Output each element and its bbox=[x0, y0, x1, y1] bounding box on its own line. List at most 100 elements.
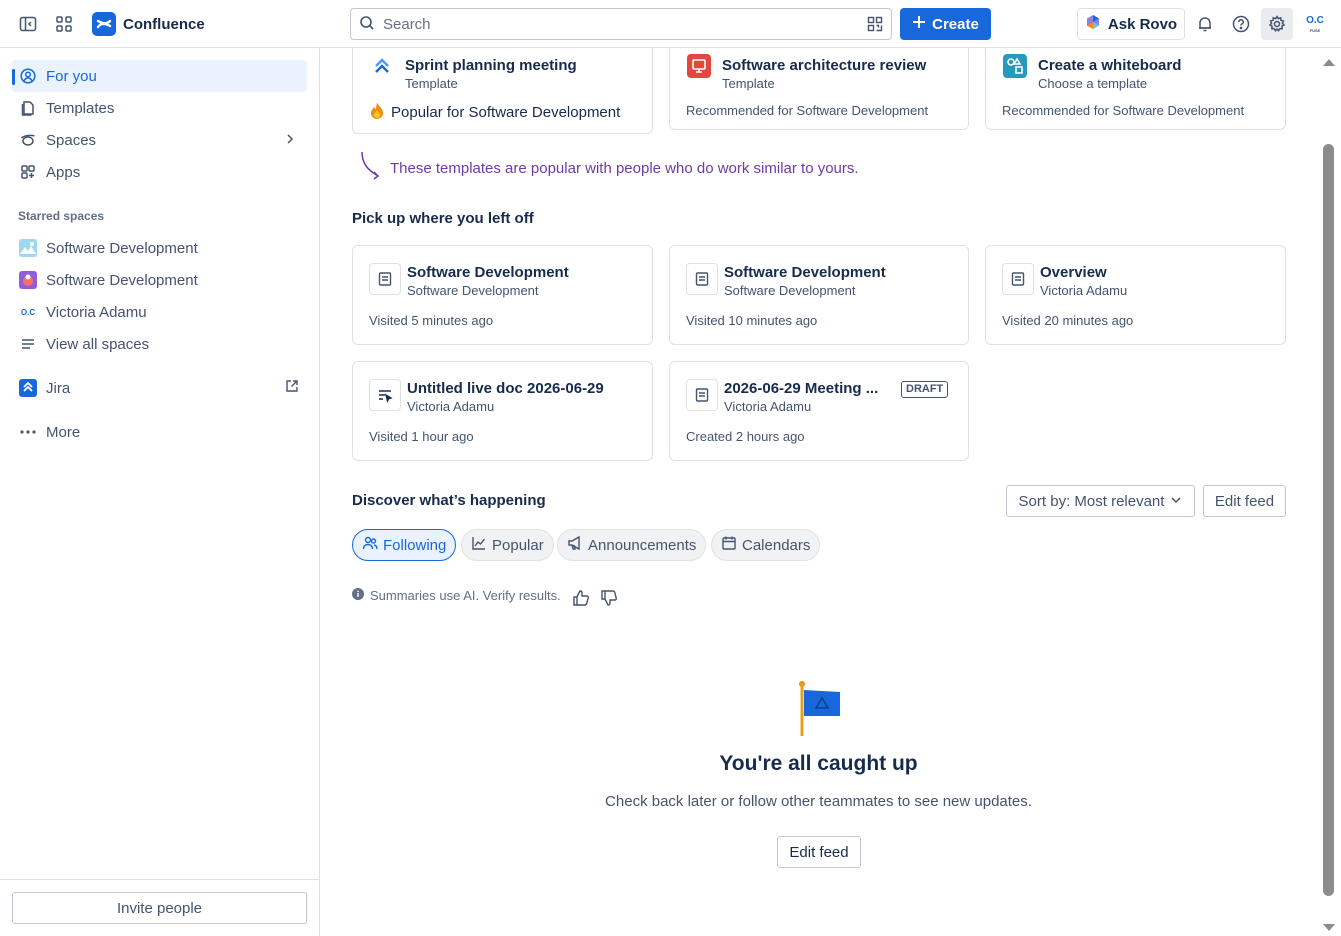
recent-card-footer: Visited 20 minutes ago bbox=[1002, 313, 1134, 328]
fire-icon bbox=[369, 101, 385, 123]
notifications-bell-icon[interactable] bbox=[1193, 12, 1217, 36]
template-card-sprint-planning[interactable]: Sprint planning meeting Template Popular… bbox=[352, 48, 653, 134]
discover-section-title: Discover what’s happening bbox=[352, 492, 546, 509]
sidebar-item-apps[interactable]: Apps bbox=[12, 156, 307, 188]
avatar-initials-bottom: FUSE bbox=[1309, 28, 1321, 33]
sidebar-item-more[interactable]: More bbox=[12, 416, 307, 448]
create-button[interactable]: Create bbox=[900, 8, 991, 40]
vertical-scrollbar[interactable] bbox=[1320, 48, 1341, 936]
template-title: Software architecture review bbox=[722, 57, 927, 74]
template-card-architecture-review[interactable]: Software architecture review Template Re… bbox=[669, 48, 969, 130]
tab-label: Calendars bbox=[742, 536, 811, 554]
scroll-up-arrow-icon[interactable] bbox=[1322, 54, 1336, 70]
chevron-down-icon bbox=[1170, 493, 1182, 510]
chevron-right-icon[interactable] bbox=[283, 132, 297, 150]
recent-card-title: Untitled live doc 2026-06-29 bbox=[407, 380, 604, 397]
app-name: Confluence bbox=[123, 15, 205, 33]
page-icon bbox=[1002, 263, 1034, 295]
create-label: Create bbox=[932, 15, 979, 33]
jira-sprint-icon bbox=[370, 54, 394, 78]
recent-card[interactable]: Software Development Software Developmen… bbox=[669, 245, 969, 345]
spaces-icon bbox=[18, 130, 38, 150]
sidebar-starred-victoria-adamu[interactable]: O.C Victoria Adamu bbox=[12, 296, 307, 328]
app-switcher-icon[interactable] bbox=[52, 12, 76, 36]
top-navigation-bar: Confluence Create Ask Rovo O.C FUSE bbox=[0, 0, 1341, 48]
curved-arrow-icon bbox=[360, 150, 382, 186]
recent-card[interactable]: Overview Victoria Adamu Visited 20 minut… bbox=[985, 245, 1286, 345]
sidebar-item-spaces[interactable]: Spaces bbox=[12, 124, 307, 156]
recent-card-subtitle: Software Development bbox=[407, 283, 539, 298]
sidebar-view-all-spaces[interactable]: View all spaces bbox=[12, 328, 307, 360]
sidebar-item-label: Apps bbox=[46, 163, 81, 181]
thumbs-up-icon[interactable] bbox=[572, 589, 590, 610]
thumbs-down-icon[interactable] bbox=[600, 589, 618, 610]
recent-card-subtitle: Software Development bbox=[724, 283, 856, 298]
empty-state-edit-feed-button[interactable]: Edit feed bbox=[777, 836, 861, 868]
tab-label: Popular bbox=[492, 536, 544, 554]
external-link-icon[interactable] bbox=[285, 379, 299, 397]
recent-card[interactable]: Untitled live doc 2026-06-29 Victoria Ad… bbox=[352, 361, 653, 461]
template-footer: Recommended for Software Development bbox=[1002, 103, 1245, 118]
sidebar-item-label: Spaces bbox=[46, 131, 97, 149]
recent-card-title: Software Development bbox=[407, 264, 569, 281]
sidebar-starred-software-development-1[interactable]: Software Development bbox=[12, 232, 307, 264]
search-input[interactable] bbox=[383, 15, 853, 33]
recent-card-footer: Visited 5 minutes ago bbox=[369, 313, 494, 328]
more-dots-icon bbox=[18, 422, 38, 442]
active-indicator bbox=[12, 69, 15, 85]
jira-icon bbox=[18, 378, 38, 398]
space-avatar-purple-icon bbox=[18, 270, 38, 290]
sidebar-item-templates[interactable]: Templates bbox=[12, 92, 307, 124]
starred-spaces-header: Starred spaces bbox=[18, 209, 105, 223]
live-doc-icon bbox=[369, 379, 401, 411]
tab-following[interactable]: Following bbox=[352, 529, 457, 561]
sidebar-item-label: Software Development bbox=[46, 271, 198, 289]
template-title: Sprint planning meeting bbox=[405, 57, 577, 74]
tab-calendars[interactable]: Calendars bbox=[711, 529, 821, 561]
tab-announcements[interactable]: Announcements bbox=[557, 529, 707, 561]
template-card-whiteboard[interactable]: Create a whiteboard Choose a template Re… bbox=[985, 48, 1286, 130]
tab-label: Announcements bbox=[588, 536, 697, 554]
scrollbar-thumb[interactable] bbox=[1323, 144, 1334, 896]
template-icon bbox=[18, 98, 38, 118]
template-subtitle: Template bbox=[722, 76, 775, 91]
user-circle-icon bbox=[18, 66, 38, 86]
ask-rovo-button[interactable]: Ask Rovo bbox=[1077, 8, 1185, 40]
recent-card-subtitle: Victoria Adamu bbox=[407, 399, 495, 414]
draft-badge: DRAFT bbox=[901, 381, 949, 398]
sidebar-item-jira[interactable]: Jira bbox=[12, 372, 307, 404]
calendar-icon bbox=[721, 535, 737, 555]
sidebar-toggle-icon[interactable] bbox=[16, 12, 40, 36]
sort-dropdown[interactable]: Sort by: Most relevant bbox=[1006, 485, 1195, 517]
recent-card[interactable]: 2026-06-29 Meeting ... DRAFT Victoria Ad… bbox=[669, 361, 969, 461]
recent-card[interactable]: Software Development Software Developmen… bbox=[352, 245, 653, 345]
tab-popular[interactable]: Popular bbox=[461, 529, 554, 561]
template-hint: These templates are popular with people … bbox=[360, 150, 859, 186]
recent-card-title: 2026-06-29 Meeting ... bbox=[724, 380, 879, 397]
sidebar-item-label: Victoria Adamu bbox=[46, 303, 147, 321]
personal-space-icon: O.C bbox=[20, 307, 36, 317]
filter-scan-icon[interactable] bbox=[867, 16, 883, 35]
scroll-down-arrow-icon[interactable] bbox=[1322, 920, 1336, 936]
template-footer: Popular for Software Development bbox=[369, 101, 620, 123]
empty-state-subtitle: Check back later or follow other teammat… bbox=[605, 793, 1032, 810]
search-bar[interactable] bbox=[350, 8, 892, 40]
list-icon bbox=[18, 334, 38, 354]
flag-illustration-icon bbox=[798, 680, 842, 743]
trend-chart-icon bbox=[471, 535, 487, 555]
confluence-logo[interactable]: Confluence bbox=[92, 12, 205, 36]
space-avatar-mountain-icon bbox=[18, 238, 38, 258]
edit-feed-button[interactable]: Edit feed bbox=[1203, 485, 1286, 517]
page-icon bbox=[686, 379, 718, 411]
user-avatar[interactable]: O.C FUSE bbox=[1303, 12, 1327, 36]
confluence-logo-icon bbox=[92, 12, 116, 36]
sidebar-footer: Invite people bbox=[0, 879, 319, 936]
template-footer: Recommended for Software Development bbox=[686, 103, 929, 118]
sidebar-item-for-you[interactable]: For you bbox=[12, 60, 307, 92]
sidebar-starred-software-development-2[interactable]: Software Development bbox=[12, 264, 307, 296]
architecture-review-icon bbox=[687, 54, 711, 78]
help-icon[interactable] bbox=[1229, 12, 1253, 36]
sidebar-item-label: More bbox=[46, 423, 81, 441]
settings-gear-icon[interactable] bbox=[1261, 8, 1293, 40]
invite-people-button[interactable]: Invite people bbox=[12, 892, 307, 924]
